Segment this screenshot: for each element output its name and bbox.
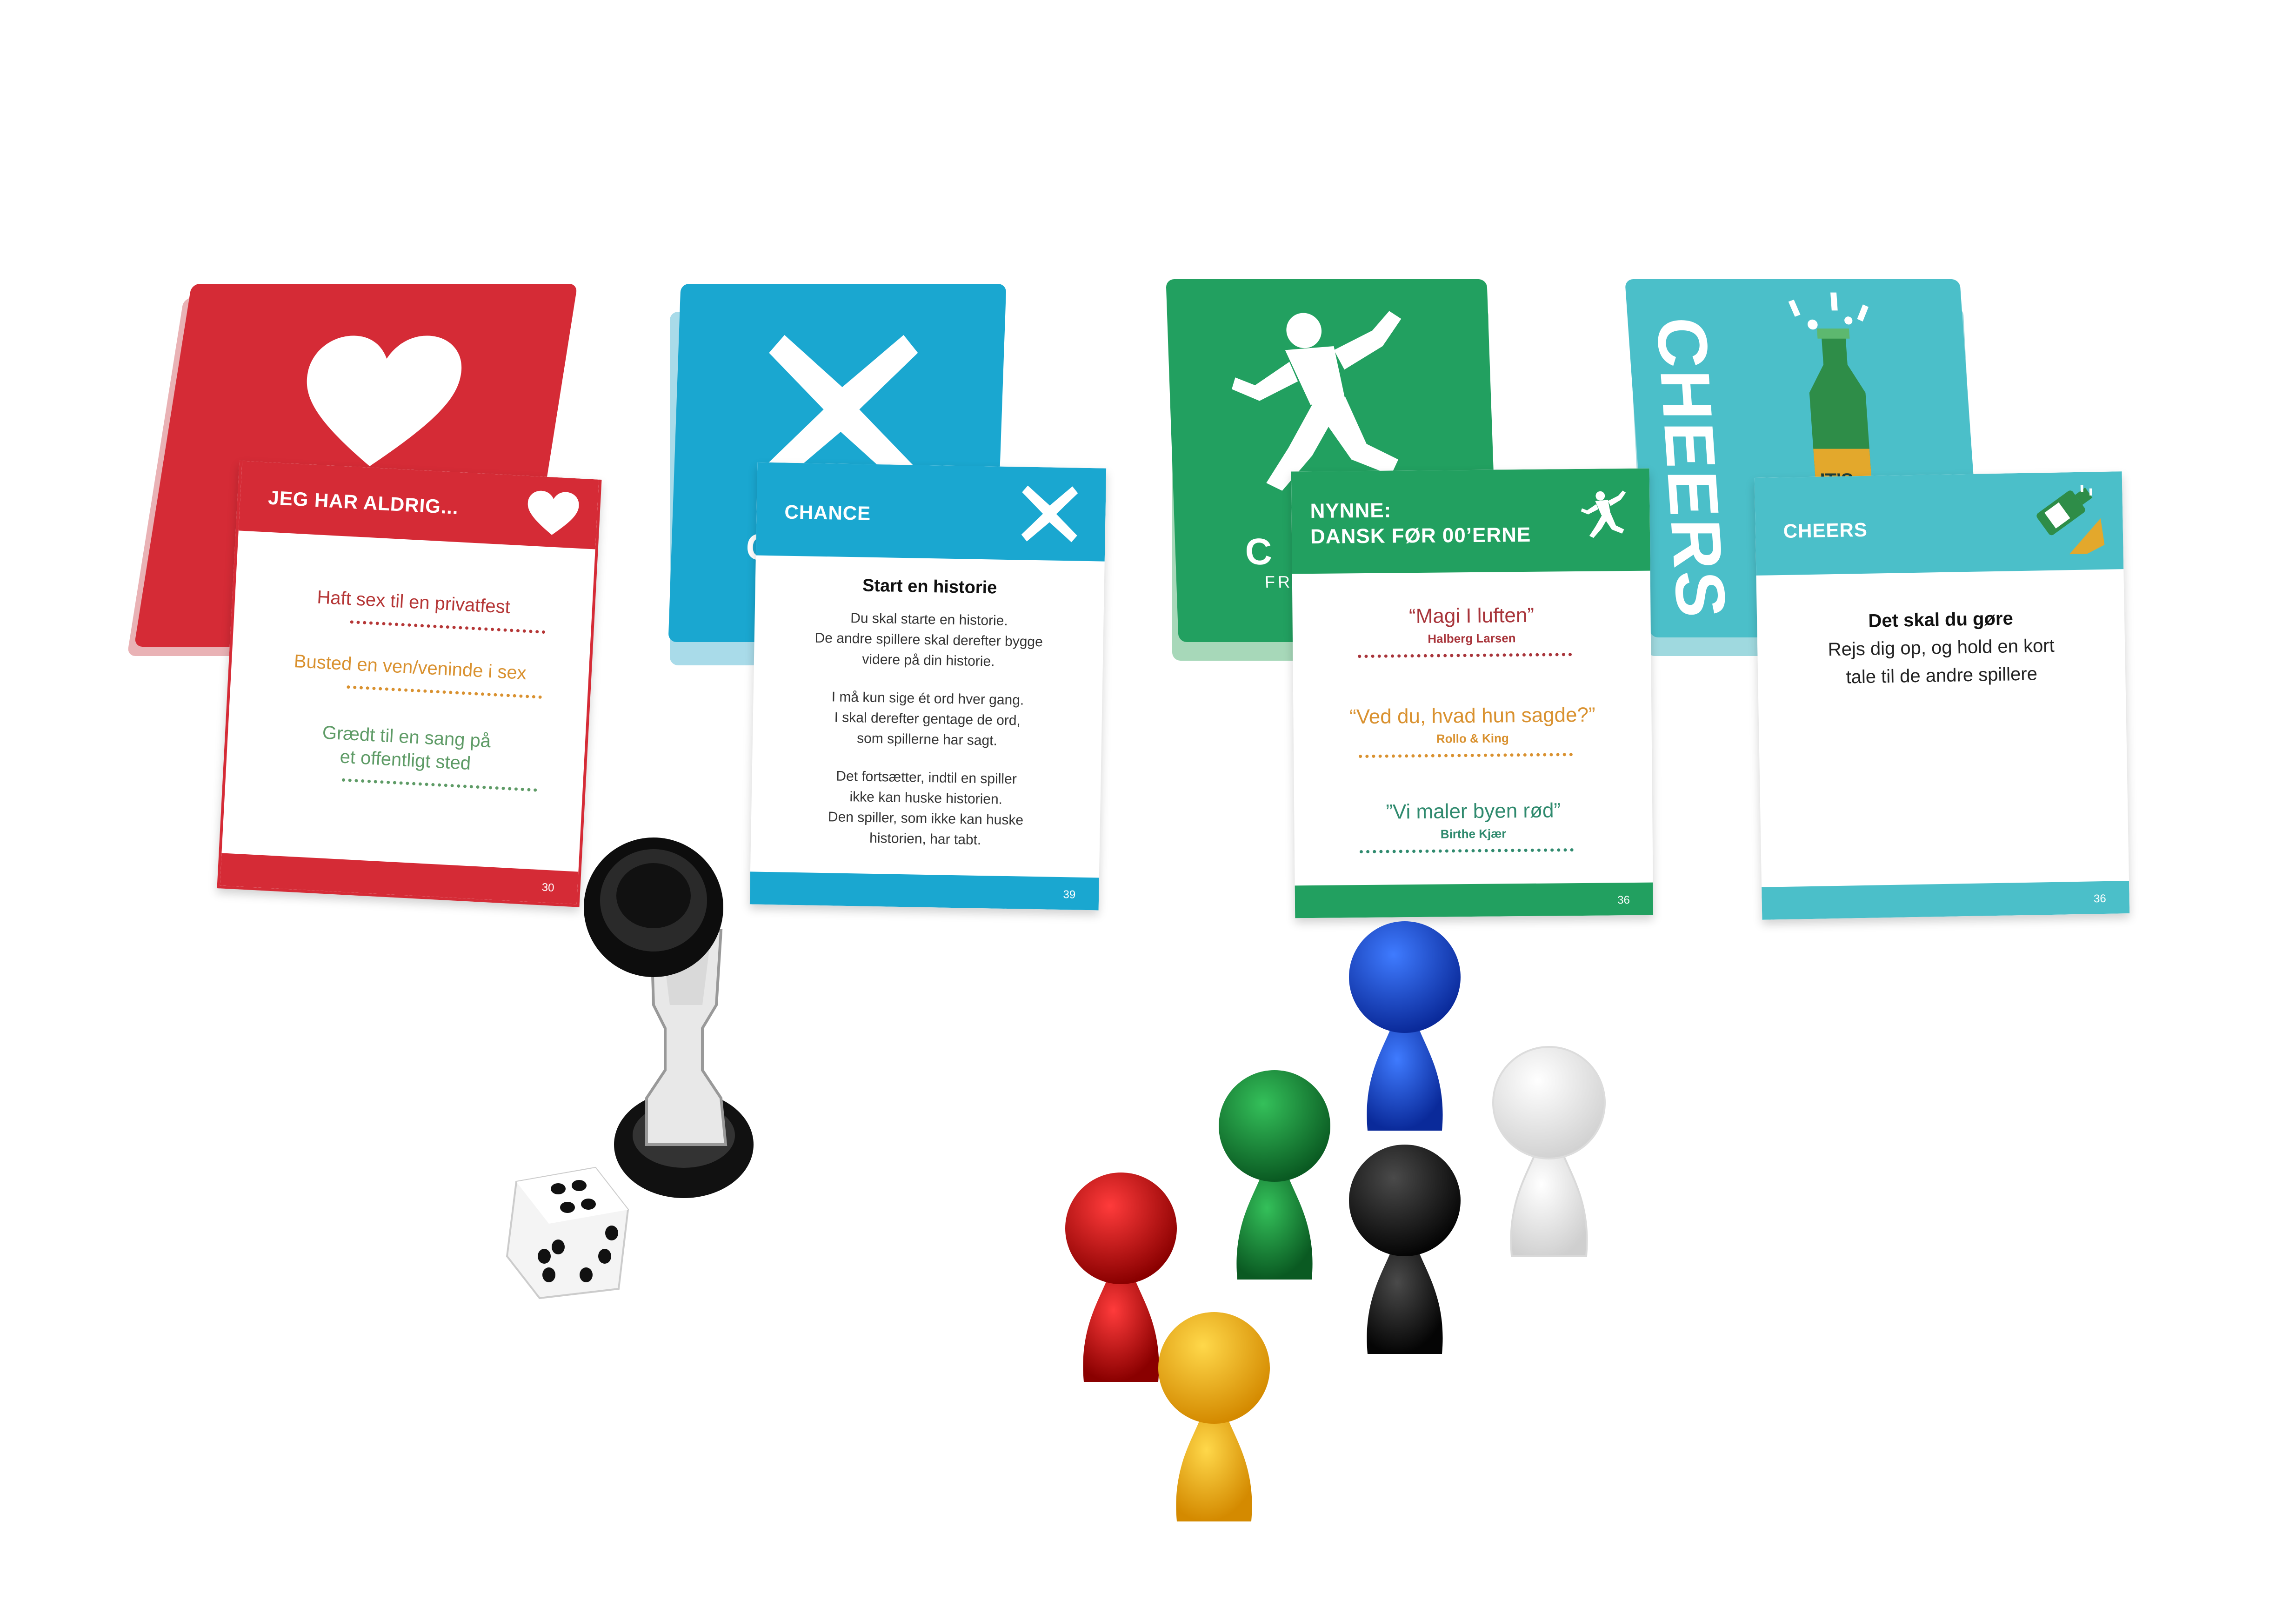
green-song-3-artist: Birthe Kjær bbox=[1440, 826, 1507, 841]
green-card-divider-2 bbox=[1359, 753, 1573, 758]
x-icon bbox=[1021, 485, 1078, 543]
green-song-1-title: “Magi I luften” bbox=[1408, 603, 1535, 628]
dancer-icon bbox=[1581, 490, 1626, 538]
blue-card-heading: Start en historie bbox=[862, 576, 997, 598]
pawn-green[interactable] bbox=[1205, 1061, 1344, 1284]
teal-card-line-2: tale til de andre spillere bbox=[1846, 663, 2038, 688]
blue-card-number: 39 bbox=[1063, 888, 1076, 901]
teal-card-heading: Det skal du gøre bbox=[1868, 608, 2014, 631]
pawn-blue[interactable] bbox=[1335, 912, 1475, 1135]
green-card-divider-3 bbox=[1359, 848, 1574, 854]
red-card-title: JEG HAR ALDRIG... bbox=[267, 486, 460, 518]
green-song-3-title: ”Vi maler byen rød” bbox=[1386, 799, 1561, 824]
blue-card-header: CHANCE bbox=[755, 462, 1107, 562]
pawn-black[interactable] bbox=[1335, 1135, 1475, 1359]
green-song-1-artist: Halberg Larsen bbox=[1428, 631, 1516, 646]
heart-icon bbox=[527, 490, 579, 535]
green-song-2-title: “Ved du, hvad hun sagde?” bbox=[1349, 703, 1595, 729]
teal-card-line-1: Rejs dig op, og hold en kort bbox=[1828, 635, 2055, 660]
red-card-item-1: Haft sex til en privatfest bbox=[316, 587, 511, 618]
green-card-title-1: NYNNE: bbox=[1310, 499, 1392, 523]
red-card-divider-3 bbox=[341, 778, 537, 792]
green-card-title-2: DANSK FØR 00’ERNE bbox=[1310, 523, 1531, 549]
red-card-divider-1 bbox=[350, 620, 546, 634]
green-song-2-artist: Rollo & King bbox=[1436, 731, 1509, 746]
pawn-white[interactable] bbox=[1479, 1038, 1619, 1261]
beer-bottle-icon bbox=[2036, 485, 2105, 555]
green-card-divider-1 bbox=[1358, 653, 1572, 658]
teal-card-header: CHEERS bbox=[1754, 471, 2124, 576]
pawn-yellow[interactable] bbox=[1144, 1303, 1284, 1526]
green-card[interactable]: NYNNE: DANSK FØR 00’ERNE “Magi I luften”… bbox=[1291, 468, 1654, 918]
blue-card-title: CHANCE bbox=[784, 501, 871, 524]
red-card-item-2: Busted en ven/veninde i sex bbox=[293, 650, 527, 684]
green-card-header: NYNNE: DANSK FØR 00’ERNE bbox=[1291, 468, 1650, 574]
teal-card-number: 36 bbox=[2093, 892, 2106, 905]
red-card-divider-2 bbox=[347, 685, 542, 699]
blue-card[interactable]: CHANCE Start en historie Du skal starte … bbox=[749, 462, 1107, 911]
green-deck-label: C bbox=[1244, 531, 1273, 572]
x-icon bbox=[765, 335, 918, 484]
teal-card[interactable]: CHEERS Det skal du gøre Rejs dig op, og … bbox=[1754, 471, 2130, 920]
teal-deck-label: CHEERS bbox=[1642, 317, 1742, 620]
heart-icon bbox=[307, 335, 462, 466]
red-card-footer: 30 bbox=[220, 853, 579, 904]
red-card[interactable]: JEG HAR ALDRIG... Haft sex til en privat… bbox=[217, 461, 602, 907]
green-card-number: 36 bbox=[1617, 894, 1630, 907]
blue-card-footer: 39 bbox=[749, 871, 1099, 911]
teal-card-title: CHEERS bbox=[1783, 518, 1868, 542]
teal-card-footer: 36 bbox=[1762, 881, 2130, 920]
die-icon[interactable] bbox=[488, 1154, 647, 1312]
